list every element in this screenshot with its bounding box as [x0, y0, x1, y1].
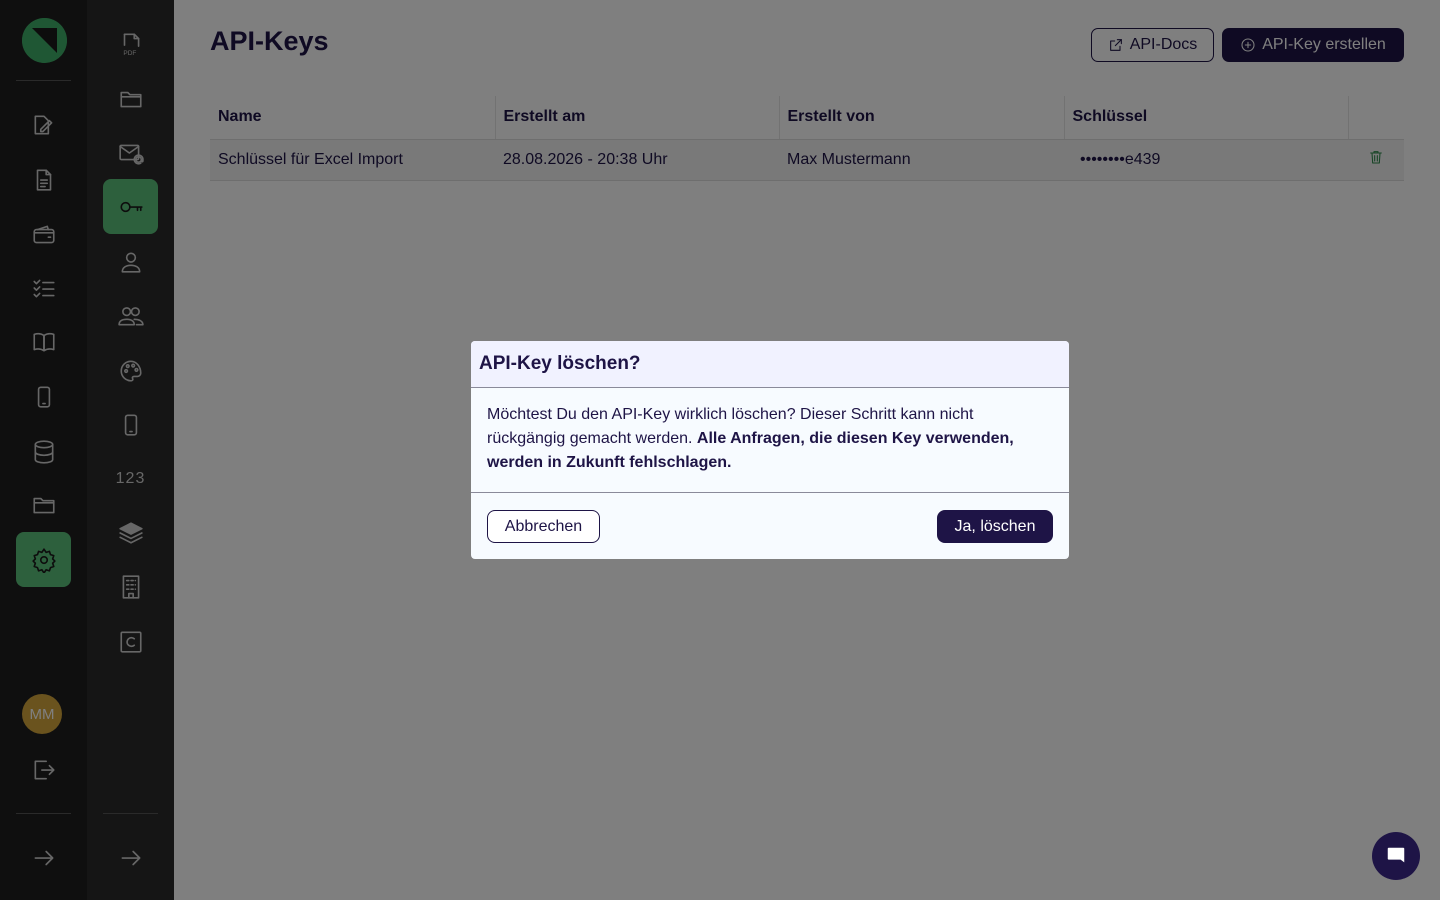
confirm-delete-button[interactable]: Ja, löschen — [937, 510, 1053, 543]
dialog-footer: Abbrechen Ja, löschen — [471, 493, 1069, 559]
dialog-title: API-Key löschen? — [471, 341, 1069, 388]
delete-confirm-dialog: API-Key löschen? Möchtest Du den API-Key… — [471, 341, 1069, 559]
dialog-body: Möchtest Du den API-Key wirklich löschen… — [471, 388, 1069, 493]
chat-launcher-button[interactable] — [1372, 832, 1420, 880]
chat-icon — [1387, 847, 1405, 863]
cancel-button[interactable]: Abbrechen — [487, 510, 600, 543]
